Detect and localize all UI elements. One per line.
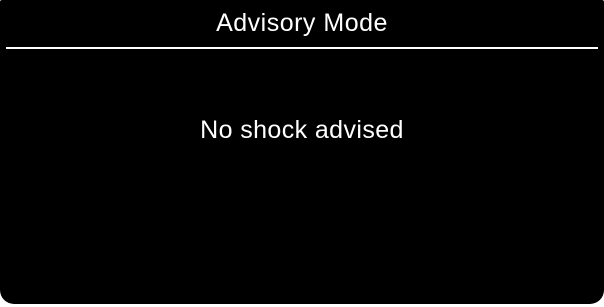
device-screen: Advisory Mode No shock advised — [0, 0, 604, 304]
header-divider — [6, 47, 598, 49]
mode-title: Advisory Mode — [216, 9, 388, 37]
mode-header: Advisory Mode — [0, 0, 604, 47]
advisory-message: No shock advised — [200, 115, 404, 144]
advisory-message-area: No shock advised — [0, 112, 604, 148]
